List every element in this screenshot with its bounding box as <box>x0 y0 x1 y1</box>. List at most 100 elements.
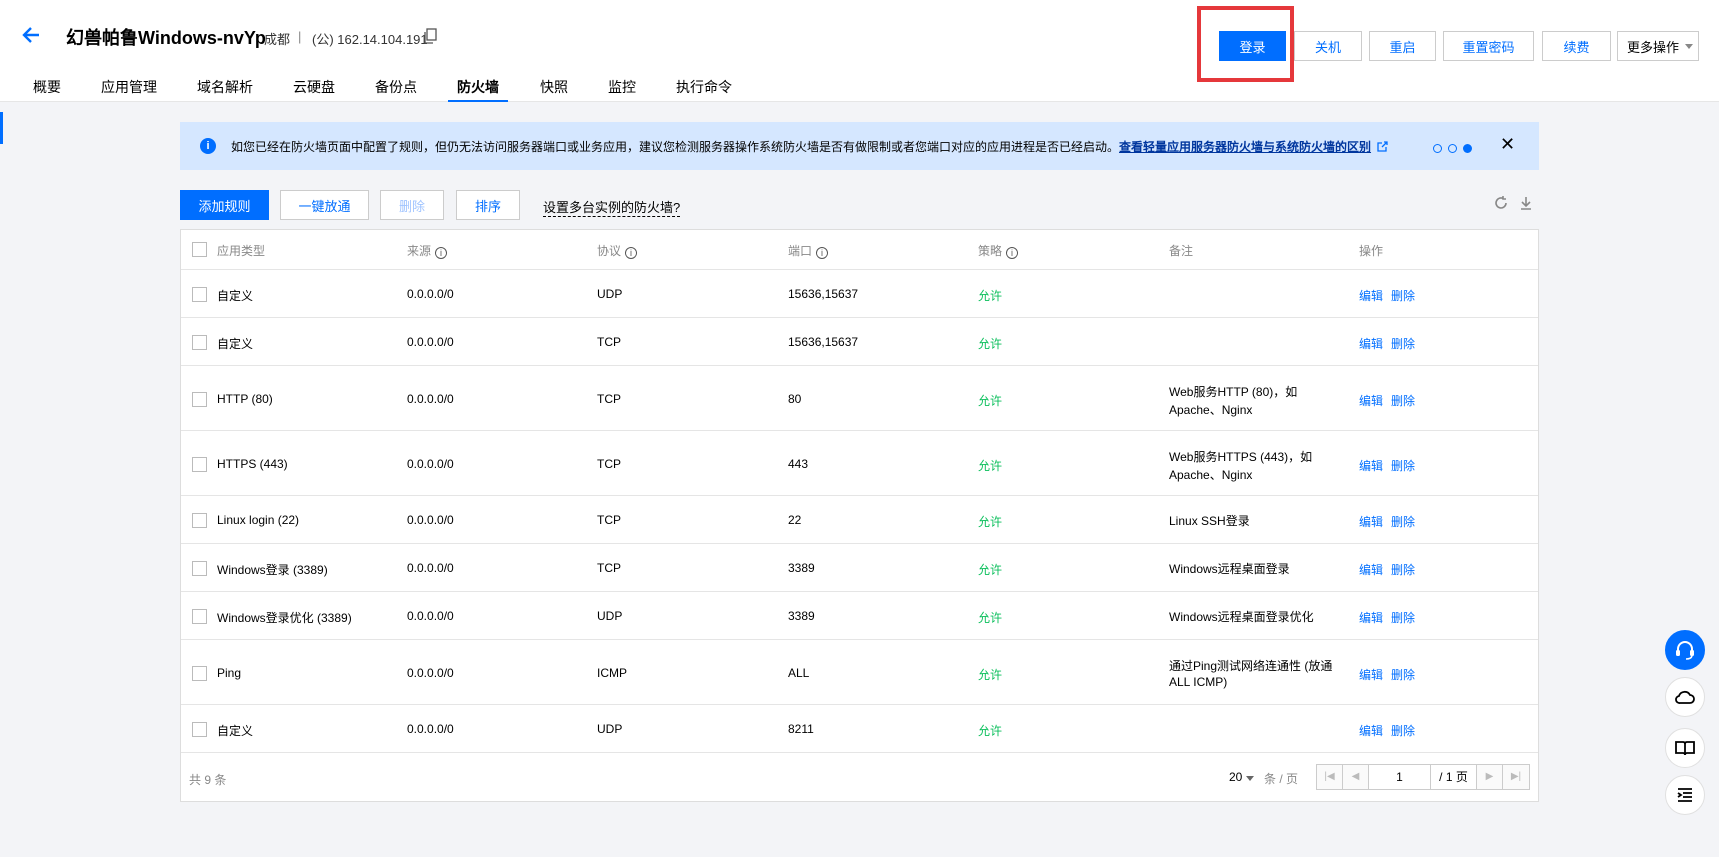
info-circle-icon[interactable]: i <box>625 247 638 259</box>
multi-instance-firewall-link[interactable]: 设置多台实例的防火墙? <box>543 197 681 217</box>
tab-overview[interactable]: 概要 <box>33 74 61 102</box>
tab-monitor[interactable]: 监控 <box>608 74 636 102</box>
page-size-select[interactable]: 20 <box>1229 770 1254 784</box>
tab-execute-command[interactable]: 执行命令 <box>676 74 732 102</box>
cell-actions: 编辑 删除 <box>1359 392 1423 409</box>
first-page-icon[interactable]: |◀ <box>1317 765 1343 789</box>
carousel-dot[interactable] <box>1448 144 1457 153</box>
region-label: 成都 <box>264 32 291 47</box>
header-protocol: 协议 i <box>597 242 638 259</box>
table-row: 自定义 0.0.0.0/0 TCP 15636,15637 允许 编辑 删除 <box>181 318 1538 366</box>
page-size-value: 20 <box>1229 770 1243 784</box>
sort-button[interactable]: 排序 <box>456 190 520 220</box>
external-link-icon[interactable] <box>1377 141 1389 152</box>
reset-password-button[interactable]: 重置密码 <box>1443 31 1534 61</box>
table-footer: 共 9 条 20 条 / 页 |◀ ◀ / 1 页 ▶ ▶| <box>181 754 1538 802</box>
cell-note-line1: Web服务HTTP (80)，如 <box>1169 385 1298 399</box>
download-icon[interactable] <box>1518 195 1536 213</box>
tab-app-management[interactable]: 应用管理 <box>101 74 157 102</box>
add-rule-button[interactable]: 添加规则 <box>180 190 269 220</box>
cell-actions: 编辑 删除 <box>1359 609 1423 626</box>
cell-note-line1: Windows远程桌面登录 <box>1169 562 1290 576</box>
edit-link[interactable]: 编辑 <box>1359 668 1383 682</box>
shutdown-button[interactable]: 关机 <box>1294 31 1362 61</box>
cell-source: 0.0.0.0/0 <box>407 392 454 406</box>
carousel-dot[interactable] <box>1433 144 1442 153</box>
cell-source: 0.0.0.0/0 <box>407 722 454 736</box>
info-circle-icon[interactable]: i <box>816 247 829 259</box>
edit-link[interactable]: 编辑 <box>1359 724 1383 738</box>
more-actions-label: 更多操作 <box>1627 39 1680 55</box>
edit-link[interactable]: 编辑 <box>1359 515 1383 529</box>
row-checkbox[interactable] <box>192 561 207 576</box>
delete-link[interactable]: 删除 <box>1391 394 1415 408</box>
tab-backup[interactable]: 备份点 <box>375 74 417 102</box>
row-checkbox[interactable] <box>192 666 207 681</box>
cell-port: 15636,15637 <box>788 335 859 349</box>
next-page-icon[interactable]: ▶ <box>1477 765 1503 789</box>
edit-link[interactable]: 编辑 <box>1359 337 1383 351</box>
edit-link[interactable]: 编辑 <box>1359 563 1383 577</box>
notice-text: 如您已经在防火墙页面中配置了规则，但仍无法访问服务器端口或业务应用，建议您检测服… <box>231 138 1389 155</box>
table-header: 应用类型 来源 i 协议 i 端口 i 策略 i 备注 操作 <box>181 230 1538 270</box>
delete-link[interactable]: 删除 <box>1391 563 1415 577</box>
header-source: 来源 i <box>407 242 448 259</box>
row-checkbox[interactable] <box>192 335 207 350</box>
cell-port: 443 <box>788 457 809 471</box>
delete-link[interactable]: 删除 <box>1391 337 1415 351</box>
table-row: Linux login (22) 0.0.0.0/0 TCP 22 允许 Linux SS… <box>181 496 1538 544</box>
row-checkbox[interactable] <box>192 457 207 472</box>
delete-link[interactable]: 删除 <box>1391 611 1415 625</box>
tab-firewall[interactable]: 防火墙 <box>448 74 508 102</box>
cell-actions: 编辑 删除 <box>1359 722 1423 739</box>
carousel-dot-active[interactable] <box>1463 144 1472 153</box>
page-number-input[interactable] <box>1369 765 1431 789</box>
row-checkbox[interactable] <box>192 722 207 737</box>
delete-link[interactable]: 删除 <box>1391 459 1415 473</box>
more-actions-dropdown[interactable]: 更多操作 <box>1617 31 1699 61</box>
restart-button[interactable]: 重启 <box>1369 31 1436 61</box>
last-page-icon[interactable]: ▶| <box>1503 765 1529 789</box>
copy-icon[interactable] <box>423 28 437 44</box>
select-all-checkbox[interactable] <box>192 242 207 257</box>
delete-link[interactable]: 删除 <box>1391 289 1415 303</box>
info-circle-icon[interactable]: i <box>435 247 448 259</box>
edit-link[interactable]: 编辑 <box>1359 289 1383 303</box>
tab-cloud-disk[interactable]: 云硬盘 <box>293 74 335 102</box>
tab-domain-resolution[interactable]: 域名解析 <box>197 74 253 102</box>
row-checkbox[interactable] <box>192 609 207 624</box>
delete-link[interactable]: 删除 <box>1391 515 1415 529</box>
row-checkbox[interactable] <box>192 392 207 407</box>
edit-link[interactable]: 编辑 <box>1359 459 1383 473</box>
cloud-icon[interactable] <box>1665 677 1705 717</box>
customer-service-icon[interactable] <box>1665 630 1705 670</box>
cell-source: 0.0.0.0/0 <box>407 457 454 471</box>
edit-link[interactable]: 编辑 <box>1359 611 1383 625</box>
open-all-button[interactable]: 一键放通 <box>280 190 369 220</box>
delete-link[interactable]: 删除 <box>1391 668 1415 682</box>
delete-link[interactable]: 删除 <box>1391 724 1415 738</box>
cell-app-type: Windows登录 (3389) <box>217 563 328 577</box>
renew-button[interactable]: 续费 <box>1542 31 1611 61</box>
table-row: Windows登录优化 (3389) 0.0.0.0/0 UDP 3389 允许 Wind… <box>181 592 1538 640</box>
cell-note-line1: Windows远程桌面登录优化 <box>1169 610 1314 624</box>
row-checkbox[interactable] <box>192 513 207 528</box>
back-arrow-icon[interactable] <box>20 24 44 48</box>
delete-button[interactable]: 删除 <box>380 190 444 220</box>
cell-note-line1: Linux SSH登录 <box>1169 514 1250 528</box>
row-checkbox[interactable] <box>192 287 207 302</box>
list-menu-icon[interactable] <box>1665 775 1705 815</box>
firewall-difference-link[interactable]: 查看轻量应用服务器防火墙与系统防火墙的区别 <box>1119 140 1371 154</box>
info-circle-icon[interactable]: i <box>1006 247 1019 259</box>
prev-page-icon[interactable]: ◀ <box>1343 765 1369 789</box>
book-icon[interactable] <box>1665 728 1705 768</box>
tab-snapshot[interactable]: 快照 <box>540 74 568 102</box>
cell-policy: 允许 <box>978 337 1003 351</box>
refresh-icon[interactable] <box>1493 195 1511 213</box>
close-icon[interactable]: ✕ <box>1500 134 1515 155</box>
cell-actions: 编辑 删除 <box>1359 287 1423 304</box>
edit-link[interactable]: 编辑 <box>1359 394 1383 408</box>
cell-port: ALL <box>788 666 810 680</box>
pagination: |◀ ◀ / 1 页 ▶ ▶| <box>1316 764 1530 790</box>
cell-protocol: UDP <box>597 722 623 736</box>
